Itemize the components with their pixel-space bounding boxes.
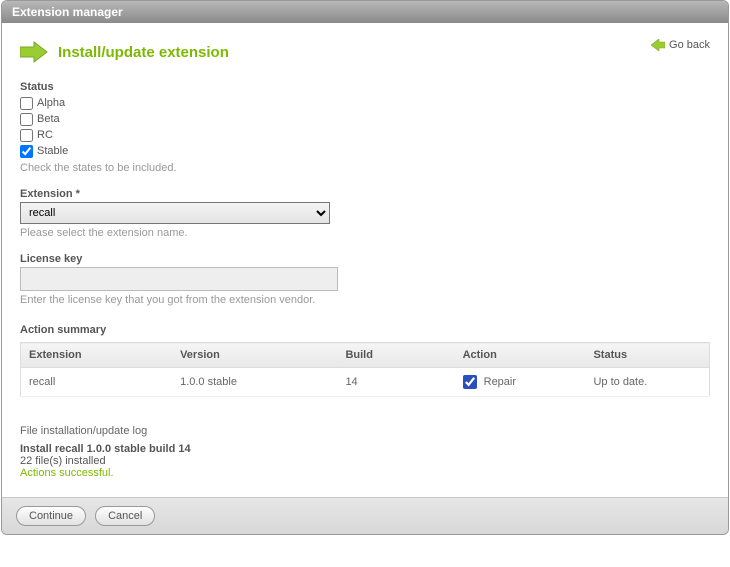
cancel-button[interactable]: Cancel (95, 506, 155, 526)
status-beta-checkbox[interactable] (20, 113, 33, 126)
window-title: Extension manager (12, 5, 123, 19)
cell-action-label: Repair (484, 376, 516, 388)
status-stable-label: Stable (37, 143, 68, 159)
status-help: Check the states to be included. (20, 162, 710, 174)
go-back-label: Go back (669, 39, 710, 51)
go-back-link[interactable]: Go back (651, 39, 710, 51)
th-status: Status (585, 343, 709, 368)
license-help: Enter the license key that you got from … (20, 294, 710, 306)
cell-build: 14 (337, 368, 454, 397)
log-main: Install recall 1.0.0 stable build 14 (20, 443, 710, 455)
page-heading: Install/update extension (58, 44, 229, 61)
extension-label: Extension * (20, 188, 710, 200)
cell-extension: recall (21, 368, 173, 397)
cell-version: 1.0.0 stable (172, 368, 337, 397)
status-rc-label: RC (37, 127, 53, 143)
arrow-left-icon (651, 39, 665, 51)
arrow-right-icon (20, 41, 48, 63)
continue-button[interactable]: Continue (16, 506, 86, 526)
extension-help: Please select the extension name. (20, 227, 710, 239)
log-files: 22 file(s) installed (20, 455, 710, 467)
license-input[interactable] (20, 267, 338, 291)
log-success: Actions successful. (20, 467, 710, 479)
status-rc-checkbox[interactable] (20, 129, 33, 142)
license-label: License key (20, 253, 710, 265)
status-beta-label: Beta (37, 111, 60, 127)
th-build: Build (337, 343, 454, 368)
cell-status: Up to date. (585, 368, 709, 397)
th-action: Action (455, 343, 586, 368)
log-title: File installation/update log (20, 425, 710, 437)
summary-label: Action summary (20, 324, 710, 336)
window-titlebar: Extension manager (2, 1, 728, 23)
summary-table: Extension Version Build Action Status re… (20, 342, 710, 397)
status-label: Status (20, 81, 710, 93)
repair-checkbox[interactable] (463, 375, 477, 389)
th-extension: Extension (21, 343, 173, 368)
status-alpha-checkbox[interactable] (20, 97, 33, 110)
th-version: Version (172, 343, 337, 368)
table-row: recall 1.0.0 stable 14 Repair Up to date… (21, 368, 710, 397)
status-alpha-label: Alpha (37, 95, 65, 111)
status-stable-checkbox[interactable] (20, 145, 33, 158)
extension-select[interactable]: recall (20, 202, 330, 224)
